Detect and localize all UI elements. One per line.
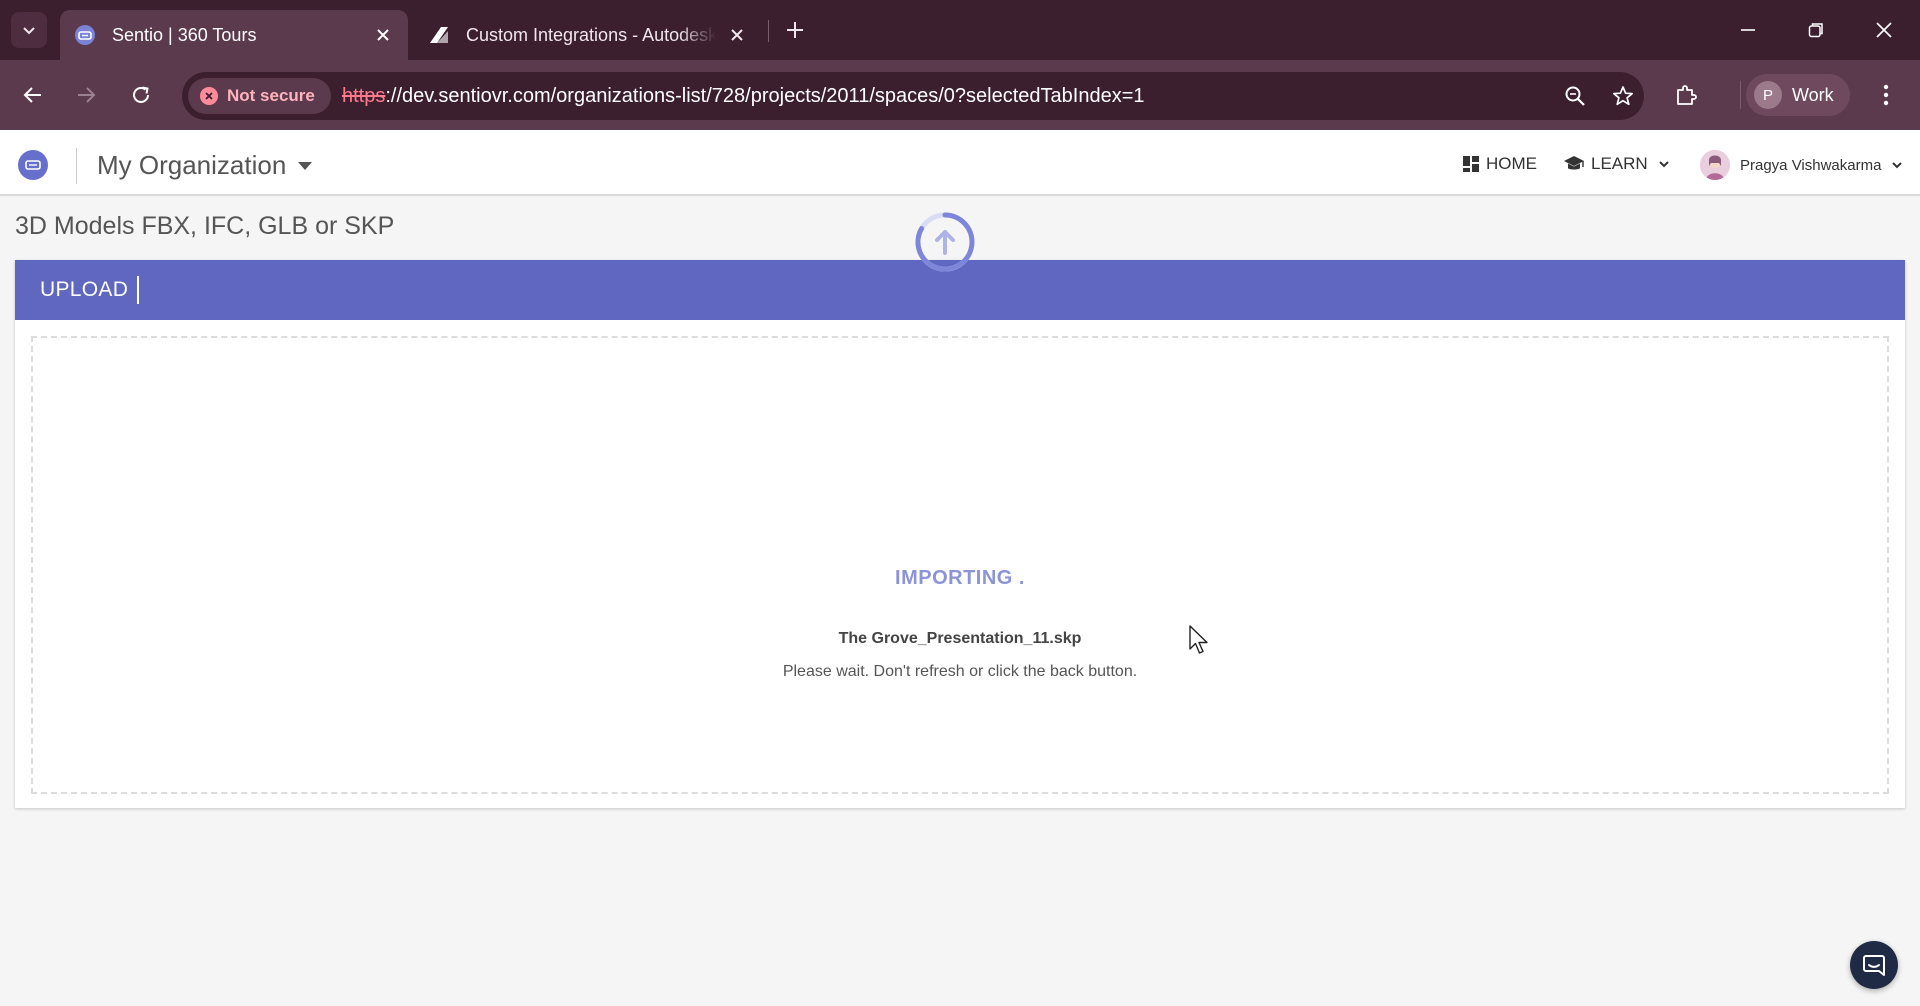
zoom-icon[interactable] — [1560, 81, 1590, 111]
upload-progress-icon — [915, 212, 975, 272]
bookmark-star-icon[interactable] — [1608, 81, 1638, 111]
tab-autodesk[interactable]: Custom Integrations - Autodesk — [414, 10, 762, 60]
page-title: 3D Models FBX, IFC, GLB or SKP — [15, 212, 395, 240]
minimize-icon — [1741, 29, 1755, 31]
close-icon[interactable] — [726, 24, 748, 46]
browser-toolbar: Not secure https://dev.sentiovr.com/orga… — [0, 60, 1920, 130]
back-button[interactable] — [13, 75, 53, 115]
forward-button[interactable] — [66, 75, 106, 115]
mouse-cursor-icon — [1189, 625, 1208, 654]
minimize-button[interactable] — [1714, 0, 1782, 60]
tab-indicator — [137, 276, 139, 304]
user-name: Pragya Vishwakarma — [1740, 156, 1882, 174]
chevron-down-icon — [23, 27, 35, 35]
reload-icon — [133, 86, 149, 103]
sentio-logo-icon[interactable] — [18, 150, 48, 180]
browser-tab-bar: Sentio | 360 Tours Custom Integrations -… — [0, 0, 1920, 60]
upload-dropzone — [31, 336, 1889, 794]
warning-icon — [200, 87, 218, 105]
tab-upload[interactable]: UPLOAD — [40, 278, 128, 302]
profile-button[interactable]: P Work — [1746, 74, 1850, 116]
graduation-cap-icon — [1563, 155, 1585, 173]
chevron-down-icon — [1892, 162, 1903, 169]
kebab-menu-icon — [1883, 84, 1889, 106]
site-info-chip[interactable]: Not secure — [188, 78, 331, 114]
nav-learn-label: LEARN — [1591, 154, 1648, 173]
chat-support-button[interactable] — [1850, 941, 1898, 989]
address-bar[interactable]: Not secure https://dev.sentiovr.com/orga… — [182, 72, 1644, 120]
security-label: Not secure — [227, 86, 315, 105]
extensions-button[interactable] — [1666, 75, 1706, 115]
new-tab-button[interactable] — [778, 13, 812, 47]
reload-button[interactable] — [121, 75, 161, 115]
user-menu[interactable]: Pragya Vishwakarma — [1700, 150, 1903, 180]
url-text: https://dev.sentiovr.com/organizations-l… — [342, 85, 1145, 108]
close-window-button[interactable] — [1850, 0, 1918, 60]
app-header: My Organization HOME LEARN Pragya Vishwa… — [0, 130, 1920, 196]
caret-down-icon — [298, 161, 313, 170]
autodesk-favicon-icon — [428, 24, 450, 46]
import-wait-message: Please wait. Don't refresh or click the … — [782, 663, 1138, 680]
url-rest: ://dev.sentiovr.com/organizations-list/7… — [385, 85, 1145, 107]
sentio-favicon-icon — [74, 24, 96, 46]
tab-title: Sentio | 360 Tours — [112, 24, 257, 45]
restore-button[interactable] — [1782, 0, 1850, 60]
plus-icon — [787, 22, 803, 38]
restore-icon — [1808, 23, 1823, 38]
url-scheme: https — [342, 85, 386, 107]
import-file-name: The Grove_Presentation_11.skp — [838, 630, 1082, 647]
profile-avatar: P — [1754, 81, 1782, 109]
tab-divider — [768, 20, 769, 42]
organization-name: My Organization — [97, 150, 287, 180]
upload-card: UPLOAD — [15, 260, 1905, 808]
browser-menu-button[interactable] — [1866, 75, 1906, 115]
nav-learn[interactable]: LEARN — [1563, 154, 1670, 174]
toolbar-divider — [1740, 81, 1741, 109]
close-icon — [1876, 22, 1892, 38]
tab-title: Custom Integrations - Autodesk — [466, 24, 716, 45]
organization-selector[interactable]: My Organization — [97, 150, 313, 181]
arrow-right-icon — [78, 87, 96, 103]
import-status: IMPORTING . — [895, 567, 1025, 589]
avatar — [1700, 150, 1730, 180]
close-icon[interactable] — [372, 24, 394, 46]
tab-search-button[interactable] — [11, 12, 47, 48]
tab-sentio[interactable]: Sentio | 360 Tours — [60, 10, 408, 60]
header-divider — [76, 148, 77, 184]
nav-home[interactable]: HOME — [1462, 154, 1537, 174]
nav-home-label: HOME — [1486, 154, 1537, 173]
puzzle-icon — [1677, 85, 1697, 105]
chat-icon — [1863, 955, 1885, 976]
chevron-down-icon — [1658, 161, 1669, 168]
dashboard-icon — [1462, 155, 1480, 173]
arrow-left-icon — [23, 87, 41, 103]
profile-label: Work — [1792, 84, 1834, 105]
